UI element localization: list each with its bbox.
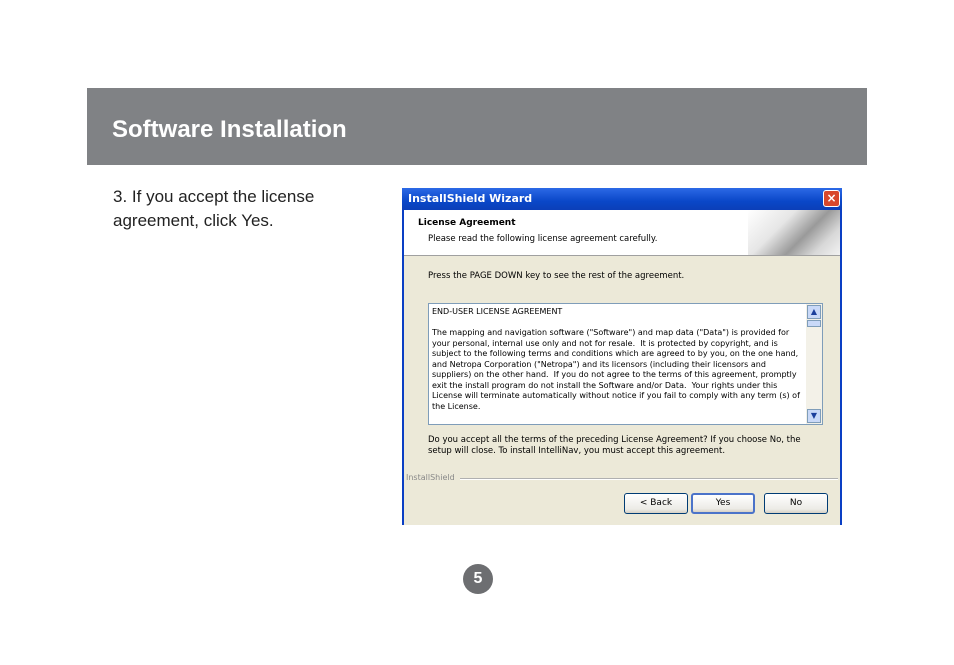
dialog-header: License Agreement Please read the follow… — [404, 210, 840, 256]
page-number-badge: 5 — [463, 564, 493, 594]
yes-button[interactable]: Yes — [691, 493, 755, 514]
header-bar: Software Installation — [87, 88, 867, 165]
close-icon[interactable]: × — [823, 190, 840, 207]
back-button[interactable]: < Back — [624, 493, 688, 514]
license-textarea[interactable]: END-USER LICENSE AGREEMENT The mapping a… — [428, 303, 823, 425]
installshield-label: InstallShield — [406, 473, 455, 482]
license-text: END-USER LICENSE AGREEMENT The mapping a… — [432, 307, 802, 412]
dialog-titlebar[interactable]: InstallShield Wizard × — [402, 188, 842, 210]
dialog-heading: License Agreement — [418, 218, 516, 228]
page-title: Software Installation — [112, 116, 347, 143]
accept-question: Do you accept all the terms of the prece… — [428, 435, 801, 456]
page-curl-graphic — [748, 210, 840, 255]
no-button[interactable]: No — [764, 493, 828, 514]
pagedown-note: Press the PAGE DOWN key to see the rest … — [428, 271, 685, 281]
license-scrollbar[interactable]: ▲ ▼ — [806, 304, 822, 424]
license-title: END-USER LICENSE AGREEMENT — [432, 307, 563, 316]
dialog-title: InstallShield Wizard — [408, 192, 533, 205]
dialog-subheading: Please read the following license agreem… — [428, 234, 658, 244]
scroll-down-icon[interactable]: ▼ — [807, 409, 821, 423]
scroll-up-icon[interactable]: ▲ — [807, 305, 821, 319]
scroll-thumb[interactable] — [807, 320, 821, 327]
instruction-text: 3. If you accept the license agreement, … — [113, 187, 315, 230]
license-body: The mapping and navigation software ("So… — [432, 328, 803, 411]
divider — [460, 478, 838, 480]
installshield-dialog: InstallShield Wizard × License Agreement… — [402, 188, 842, 525]
